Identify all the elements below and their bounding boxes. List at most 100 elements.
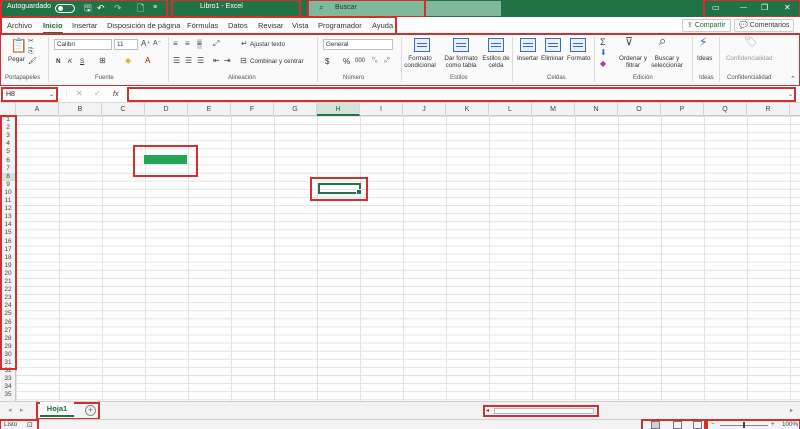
currency-button[interactable]: $	[325, 58, 329, 66]
add-sheet-button[interactable]: +	[85, 405, 96, 416]
name-box[interactable]: H8 ⌄	[1, 87, 58, 102]
column-header[interactable]: K	[446, 103, 489, 116]
format-cells-label[interactable]: Formato	[567, 55, 590, 62]
align-left-icon[interactable]: ☰	[173, 56, 180, 66]
increase-decimal-icon[interactable]: ⁰₀	[372, 56, 378, 66]
sheet-tab-hoja1[interactable]: Hoja1	[40, 402, 74, 417]
column-header[interactable]: C	[102, 103, 145, 116]
page-break-view-button[interactable]	[693, 421, 702, 429]
fill-color-icon[interactable]: ◈	[125, 56, 131, 66]
zoom-slider-thumb[interactable]	[743, 422, 745, 428]
column-header[interactable]: G	[274, 103, 317, 116]
column-header[interactable]: B	[59, 103, 102, 116]
column-header[interactable]: A	[16, 103, 59, 116]
increase-indent-icon[interactable]: ⇥	[224, 56, 231, 66]
ribbon-display-icon[interactable]: ▭	[712, 2, 720, 14]
format-table-icon[interactable]	[453, 38, 469, 52]
align-right-icon[interactable]: ☰	[197, 56, 204, 66]
font-size-select[interactable]: 11	[114, 39, 138, 50]
font-color-icon[interactable]: A	[145, 56, 150, 66]
find-label[interactable]: Buscar y seleccionar	[648, 55, 686, 69]
font-name-select[interactable]: Calibri	[54, 39, 112, 50]
orientation-icon[interactable]: ⤢	[213, 39, 219, 49]
cell-styles-label[interactable]: Estilos de celda	[482, 55, 510, 69]
select-all-corner[interactable]	[0, 103, 16, 116]
column-header[interactable]: H	[317, 103, 360, 116]
grow-font-icon[interactable]: A⁺	[141, 39, 151, 49]
normal-view-button[interactable]	[651, 421, 660, 429]
format-painter-icon[interactable]: 🖌	[28, 57, 37, 67]
wrap-text-icon[interactable]: ↵	[241, 39, 248, 49]
copy-icon[interactable]: ⎘	[28, 47, 34, 57]
row-header[interactable]: 35	[0, 391, 16, 399]
format-table-label[interactable]: Dar formato como tabla	[441, 55, 481, 69]
sensitivity-icon[interactable]: 🏷	[744, 37, 758, 48]
align-middle-icon[interactable]: ≡	[185, 39, 190, 49]
merge-icon[interactable]: ⊟	[240, 56, 247, 66]
restore-button[interactable]: ❐	[761, 2, 768, 14]
column-header[interactable]: M	[532, 103, 575, 116]
expand-formula-icon[interactable]: ⌄	[788, 90, 793, 100]
format-cells-icon[interactable]	[570, 38, 586, 52]
sort-filter-icon[interactable]: ⊽	[625, 37, 633, 48]
paste-label[interactable]: Pegar	[8, 56, 25, 63]
insert-cells-icon[interactable]	[520, 38, 536, 52]
shrink-font-icon[interactable]: A⁻	[153, 39, 161, 49]
align-bottom-icon[interactable]: ≡	[197, 39, 202, 49]
column-header[interactable]: O	[618, 103, 661, 116]
italic-button[interactable]: K	[68, 58, 72, 65]
row-header[interactable]: 34	[0, 383, 16, 391]
column-header[interactable]: I	[360, 103, 403, 116]
insert-function-button[interactable]: fx	[113, 91, 118, 98]
row-header[interactable]: 33	[0, 375, 16, 383]
sensitivity-label[interactable]: Confidencialidad	[726, 55, 773, 62]
zoom-level[interactable]: 100%	[782, 421, 798, 428]
paste-icon[interactable]: 📋	[10, 38, 27, 52]
prev-sheet-icon[interactable]: ◂	[8, 406, 12, 416]
formula-input[interactable]	[127, 87, 796, 102]
cell-styles-icon[interactable]	[488, 38, 504, 52]
percent-button[interactable]: %	[343, 58, 350, 66]
wrap-text-label[interactable]: Ajustar texto	[250, 41, 285, 48]
conditional-format-icon[interactable]	[414, 38, 430, 52]
minimize-button[interactable]: —	[740, 2, 747, 14]
enter-icon[interactable]: ✓	[94, 89, 101, 99]
cut-icon[interactable]: ✂	[28, 37, 34, 47]
column-header[interactable]: D	[145, 103, 188, 116]
collapse-ribbon-icon[interactable]: ⌃	[790, 75, 796, 85]
column-header[interactable]: L	[489, 103, 532, 116]
align-top-icon[interactable]: ≡	[173, 39, 178, 49]
clear-icon[interactable]: ◆	[600, 59, 606, 69]
horizontal-scrollbar[interactable]: ◂	[483, 405, 599, 417]
align-center-icon[interactable]: ☰	[185, 56, 192, 66]
column-header[interactable]: E	[188, 103, 231, 116]
autosum-icon[interactable]: Σ	[600, 37, 606, 47]
next-sheet-icon[interactable]: ▸	[20, 406, 24, 416]
chevron-down-icon[interactable]: ⌄	[49, 91, 54, 98]
conditional-format-label[interactable]: Formato condicional	[404, 55, 436, 69]
delete-cells-icon[interactable]	[545, 38, 561, 52]
close-button[interactable]: ✕	[784, 2, 791, 14]
scroll-right-icon[interactable]: ▸	[790, 406, 793, 416]
ideas-label[interactable]: Ideas	[697, 55, 712, 62]
borders-icon[interactable]: ⊞	[99, 56, 106, 66]
active-cell-h8[interactable]	[318, 183, 362, 195]
decrease-indent-icon[interactable]: ⇤	[213, 56, 220, 66]
decrease-decimal-icon[interactable]: ₀⁰	[384, 56, 390, 66]
cancel-icon[interactable]: ✕	[76, 89, 83, 99]
sort-filter-label[interactable]: Ordenar y filtrar	[617, 55, 649, 69]
share-button[interactable]: ⇪ Compartir	[682, 19, 731, 32]
scroll-left-icon[interactable]: ◂	[486, 406, 489, 416]
insert-cells-label[interactable]: Insertar	[517, 55, 538, 62]
filled-cell-d5[interactable]	[144, 155, 187, 164]
zoom-out-icon[interactable]: −	[711, 421, 715, 428]
column-header[interactable]: P	[661, 103, 704, 116]
column-header[interactable]: Q	[704, 103, 747, 116]
ideas-icon[interactable]: ⚡	[699, 36, 707, 48]
merge-label[interactable]: Combinar y centrar	[250, 58, 304, 65]
page-layout-view-button[interactable]	[673, 421, 682, 429]
zoom-in-icon[interactable]: +	[771, 421, 775, 428]
column-header[interactable]: R	[747, 103, 790, 116]
underline-button[interactable]: S	[80, 58, 84, 65]
number-format-select[interactable]: General	[323, 39, 393, 50]
